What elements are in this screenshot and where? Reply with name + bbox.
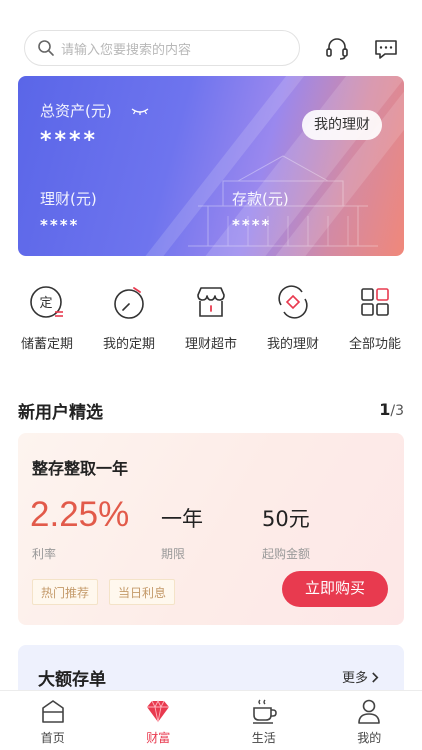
my-finance-button[interactable]: 我的理财 xyxy=(302,110,382,140)
top-bar: 请输入您要搜索的内容 xyxy=(0,0,422,76)
message-icon[interactable] xyxy=(373,36,399,62)
more-link[interactable]: 更多 xyxy=(342,667,380,686)
buy-now-button[interactable]: 立即购买 xyxy=(282,571,388,607)
bottom-nav: 首页 财富 生活 我的 xyxy=(0,690,422,750)
tag-daily-interest: 当日利息 xyxy=(109,579,176,605)
total-assets-label: 总资产(元) xyxy=(40,102,112,120)
diamond-refresh-icon xyxy=(278,285,308,319)
quick-item-all-functions[interactable]: 全部功能 xyxy=(335,283,415,363)
home-icon xyxy=(41,700,64,723)
nav-mine[interactable]: 我的 xyxy=(334,691,404,750)
section-title: 新用户精选 xyxy=(18,403,103,423)
pager-total: /3 xyxy=(390,403,404,419)
nav-wealth[interactable]: 财富 xyxy=(123,691,193,750)
timer-icon xyxy=(114,287,144,319)
finance-value: **** xyxy=(40,216,80,234)
quick-item-label: 理财超市 xyxy=(184,337,237,352)
svg-text:定: 定 xyxy=(39,296,52,311)
more-label: 更多 xyxy=(341,671,368,686)
product-card[interactable]: 整存整取一年 2.25% 一年 50元 利率 期限 起购金额 热门推荐 当日利息… xyxy=(18,433,404,625)
finance-label: 理财(元) xyxy=(40,190,97,208)
asset-card[interactable]: 总资产(元) **** 我的理财 理财(元) **** 存款(元) **** xyxy=(18,76,404,256)
product-name: 整存整取一年 xyxy=(32,459,129,478)
total-assets-value: **** xyxy=(40,128,99,153)
grid-icon xyxy=(361,288,389,316)
chevron-right-icon xyxy=(372,672,379,683)
deposit-value: **** xyxy=(232,216,272,234)
quick-item-label: 储蓄定期 xyxy=(20,337,73,352)
quick-item-label: 我的定期 xyxy=(102,337,155,352)
nav-label: 首页 xyxy=(40,731,65,745)
store-icon xyxy=(197,287,225,317)
nav-label: 我的 xyxy=(357,731,382,745)
quick-item-label: 我的理财 xyxy=(266,337,319,352)
nav-label: 生活 xyxy=(251,731,276,745)
quick-item-my-finance[interactable]: 我的理财 xyxy=(253,283,333,363)
deposit-label: 存款(元) xyxy=(232,190,289,208)
rate-label: 利率 xyxy=(32,547,57,561)
coffee-icon xyxy=(252,699,277,724)
quick-functions: 定 储蓄定期 我的定期 理财超市 我的理财 全部功能 xyxy=(0,283,422,363)
tag-hot: 热门推荐 xyxy=(32,579,99,605)
quick-item-finance-store[interactable]: 理财超市 xyxy=(171,283,251,363)
nav-label: 财富 xyxy=(146,731,171,745)
search-input[interactable]: 请输入您要搜索的内容 xyxy=(24,30,300,66)
product-min-amount: 50元 xyxy=(262,507,310,531)
search-placeholder: 请输入您要搜索的内容 xyxy=(61,42,192,58)
nav-home[interactable]: 首页 xyxy=(18,691,88,750)
user-icon xyxy=(358,699,381,724)
product-term: 一年 xyxy=(161,507,203,531)
fixed-deposit-icon: 定 xyxy=(30,286,63,318)
pager-current: 1 xyxy=(379,400,391,419)
section-pager: 1/3 xyxy=(379,400,404,419)
product-rate: 2.25% xyxy=(30,495,130,534)
headset-icon[interactable] xyxy=(324,36,350,62)
quick-item-fixed-deposit[interactable]: 定 储蓄定期 xyxy=(7,283,87,363)
deposit-card-title: 大额存单 xyxy=(38,670,106,690)
quick-item-label: 全部功能 xyxy=(348,337,401,352)
quick-item-my-fixed[interactable]: 我的定期 xyxy=(89,283,169,363)
eye-closed-icon[interactable] xyxy=(130,106,150,116)
nav-life[interactable]: 生活 xyxy=(229,691,299,750)
search-icon xyxy=(38,40,54,56)
min-amount-label: 起购金额 xyxy=(262,547,311,561)
gem-icon xyxy=(147,699,170,723)
term-label: 期限 xyxy=(161,547,186,561)
